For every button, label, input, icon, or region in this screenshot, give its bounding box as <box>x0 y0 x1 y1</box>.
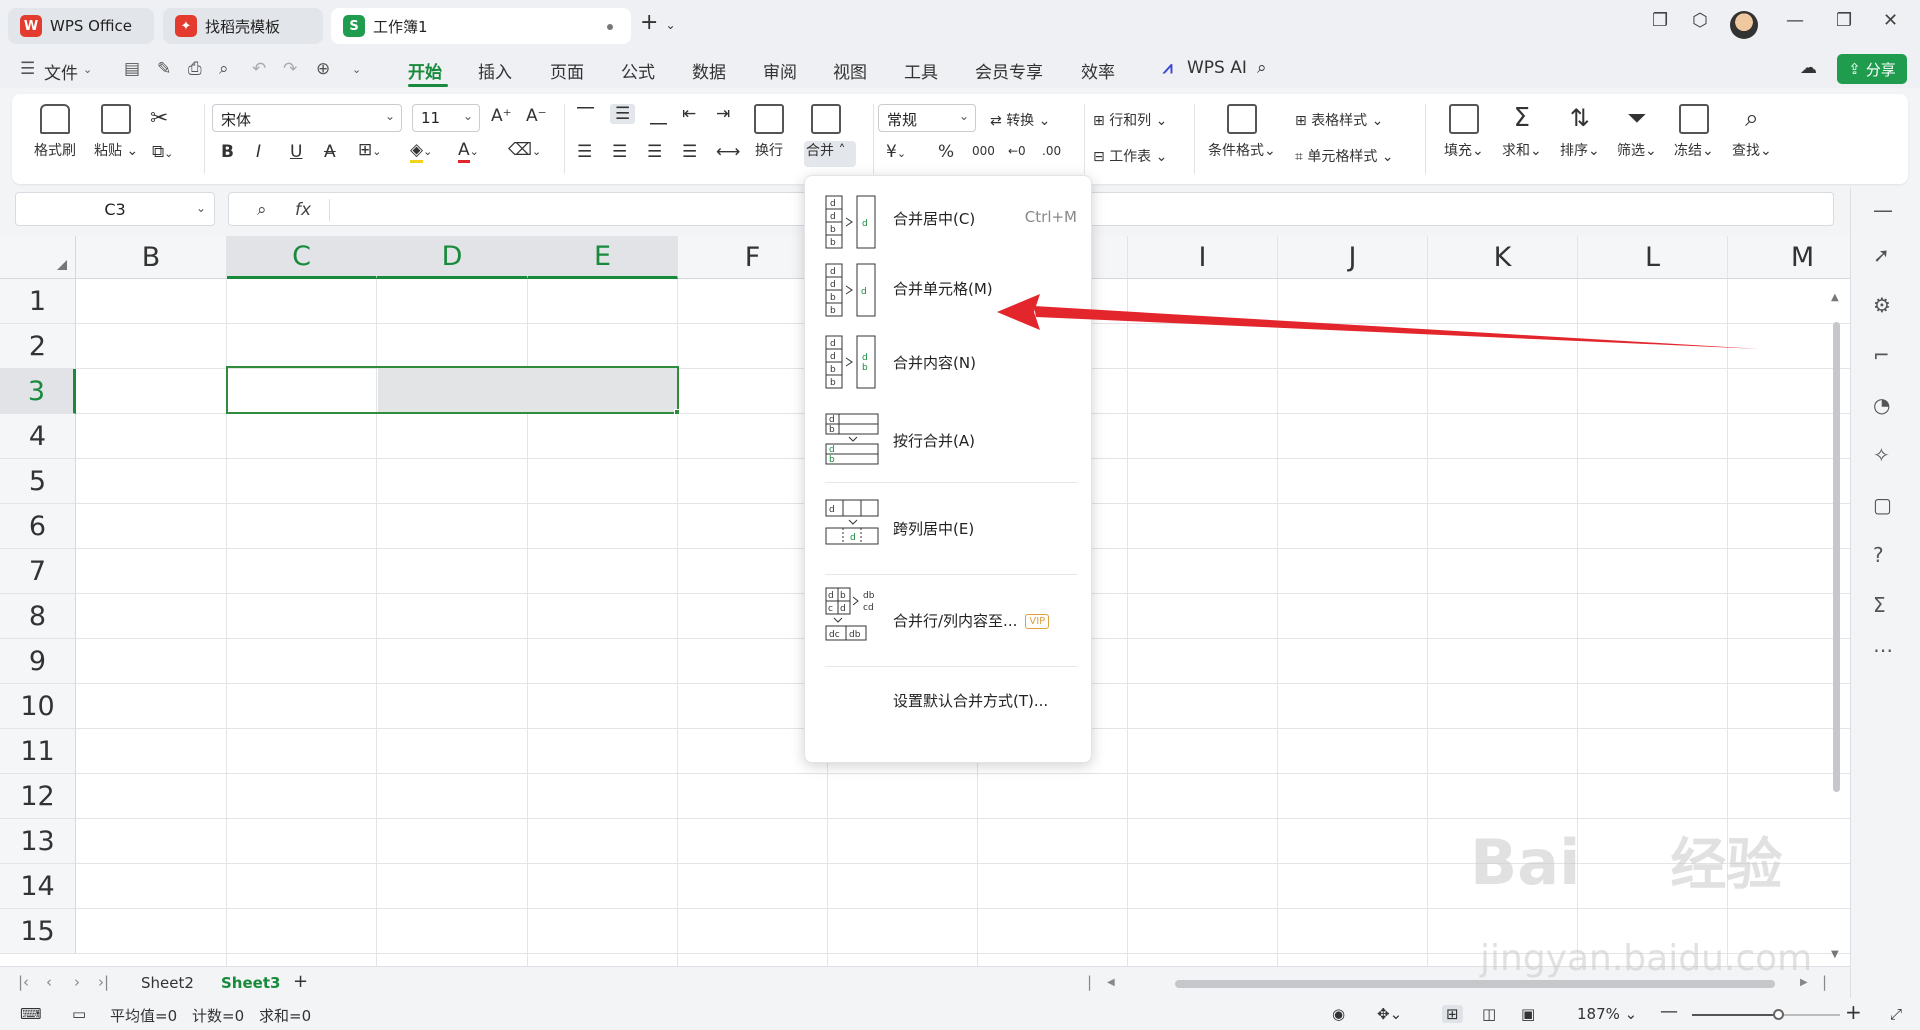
baidu-watermark-logo: Bai 经验 <box>1470 826 1783 899</box>
baidu-watermark-url: jingyan.baidu.com <box>1480 938 1813 979</box>
